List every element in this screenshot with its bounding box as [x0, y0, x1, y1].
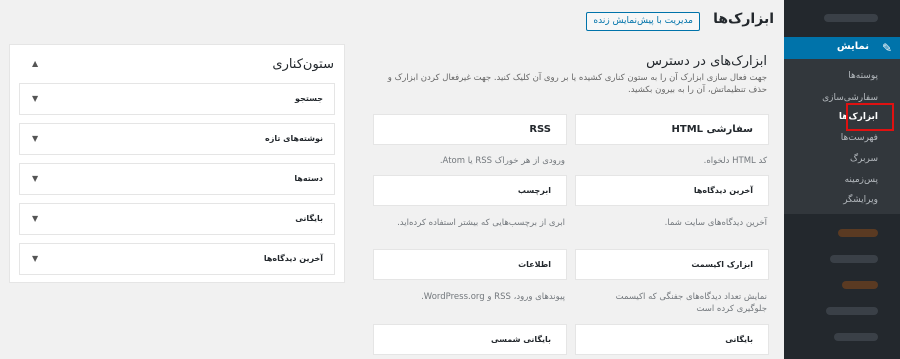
triangle-down-icon[interactable]: ▼ — [32, 174, 38, 183]
triangle-down-icon[interactable]: ▼ — [32, 254, 38, 263]
submenu-editor[interactable]: ویرایشگر — [843, 195, 878, 205]
sidebar-widget-recent-comments[interactable]: آخرین دیدگاه‌ها ▼ — [19, 243, 335, 275]
admin-sidebar: ✎ نمایش پوسته‌ها سفارشی‌سازی ابزارک‌ها ف… — [776, 0, 900, 359]
widget-tag-cloud-desc: ابری از برچسب‌هایی که بیشتر استفاده کرده… — [397, 218, 565, 228]
available-widgets-description: جهت فعال سازی ابزارک آن را به ستون کناری… — [387, 73, 767, 95]
sidebar-widget-archives[interactable]: بایگانی ▼ — [19, 203, 335, 235]
sidebar-widget-label: بایگانی — [295, 214, 323, 223]
widget-meta-desc: پیوندهای ورود، RSS و WordPress.org. — [421, 292, 565, 302]
menu-item-appearance-label: نمایش — [836, 41, 869, 52]
widget-archives[interactable]: بایگانی — [575, 324, 769, 355]
submenu-themes[interactable]: پوسته‌ها — [848, 71, 878, 81]
sidebar-widget-area: ستون‌کناری ▲ جستجو ▼ نوشته‌های تازه ▼ دس… — [9, 44, 345, 283]
widget-recent-comments-desc: آخرین دیدگاه‌های سایت شما. — [664, 218, 767, 228]
widget-akismet-desc: نمایش تعداد دیدگاه‌های جفنگی که اکیسمت ج… — [615, 292, 767, 314]
triangle-down-icon[interactable]: ▼ — [32, 214, 38, 223]
appearance-submenu: پوسته‌ها سفارشی‌سازی ابزارک‌ها فهرست‌ها … — [784, 59, 900, 214]
widget-recent-comments[interactable]: آخرین دیدگاه‌ها — [575, 175, 769, 206]
widget-jalali-archives[interactable]: بایگانی شمسی — [373, 324, 567, 355]
sidebar-widget-recent-posts[interactable]: نوشته‌های تازه ▼ — [19, 123, 335, 155]
widget-rss-desc: ورودی از هر خوراک RSS یا Atom. — [439, 156, 565, 166]
widget-meta[interactable]: اطلاعات — [373, 249, 567, 280]
widget-tag-cloud[interactable]: ابرچسب — [373, 175, 567, 206]
sidebar-widget-label: جستجو — [295, 94, 323, 103]
sidebar-widget-label: آخرین دیدگاه‌ها — [263, 254, 323, 263]
submenu-header[interactable]: سربرگ — [850, 154, 878, 164]
paintbrush-icon: ✎ — [881, 41, 892, 55]
submenu-menus[interactable]: فهرست‌ها — [841, 133, 878, 143]
menu-item-appearance[interactable]: ✎ نمایش — [776, 37, 900, 59]
sidebar-widget-categories[interactable]: دسته‌ها ▼ — [19, 163, 335, 195]
menu-item-blurred[interactable] — [842, 281, 878, 289]
triangle-down-icon[interactable]: ▼ — [32, 94, 38, 103]
sidebar-widget-label: دسته‌ها — [294, 174, 323, 183]
menu-item-blurred[interactable] — [838, 229, 878, 237]
widget-custom-html[interactable]: HTML سفارشی — [575, 114, 769, 145]
widget-rss[interactable]: RSS — [373, 114, 567, 145]
sidebar-area-title: ستون‌کناری — [272, 57, 334, 72]
menu-item-blurred[interactable] — [830, 255, 878, 263]
menu-item-blurred[interactable] — [824, 14, 878, 22]
menu-item-blurred[interactable] — [834, 333, 878, 341]
widget-akismet[interactable]: ابزارک اکیسمت — [575, 249, 769, 280]
triangle-down-icon[interactable]: ▼ — [32, 134, 38, 143]
widget-custom-html-desc: کد HTML دلخواه. — [703, 156, 767, 166]
submenu-customize[interactable]: سفارشی‌سازی — [822, 93, 878, 103]
submenu-background[interactable]: پس‌زمینه — [845, 175, 878, 185]
sidebar-widget-label: نوشته‌های تازه — [264, 134, 323, 143]
menu-item-blurred[interactable] — [826, 307, 878, 315]
highlight-box — [846, 103, 894, 131]
available-widgets-title: ابزارک‌های در دسترس — [646, 54, 767, 69]
triangle-up-icon[interactable]: ▲ — [32, 59, 38, 68]
page-title: ابزارک‌ها — [713, 11, 774, 27]
sidebar-widget-search[interactable]: جستجو ▼ — [19, 83, 335, 115]
live-preview-button[interactable]: مدیریت با پیش‌نمایش زنده — [586, 12, 700, 31]
